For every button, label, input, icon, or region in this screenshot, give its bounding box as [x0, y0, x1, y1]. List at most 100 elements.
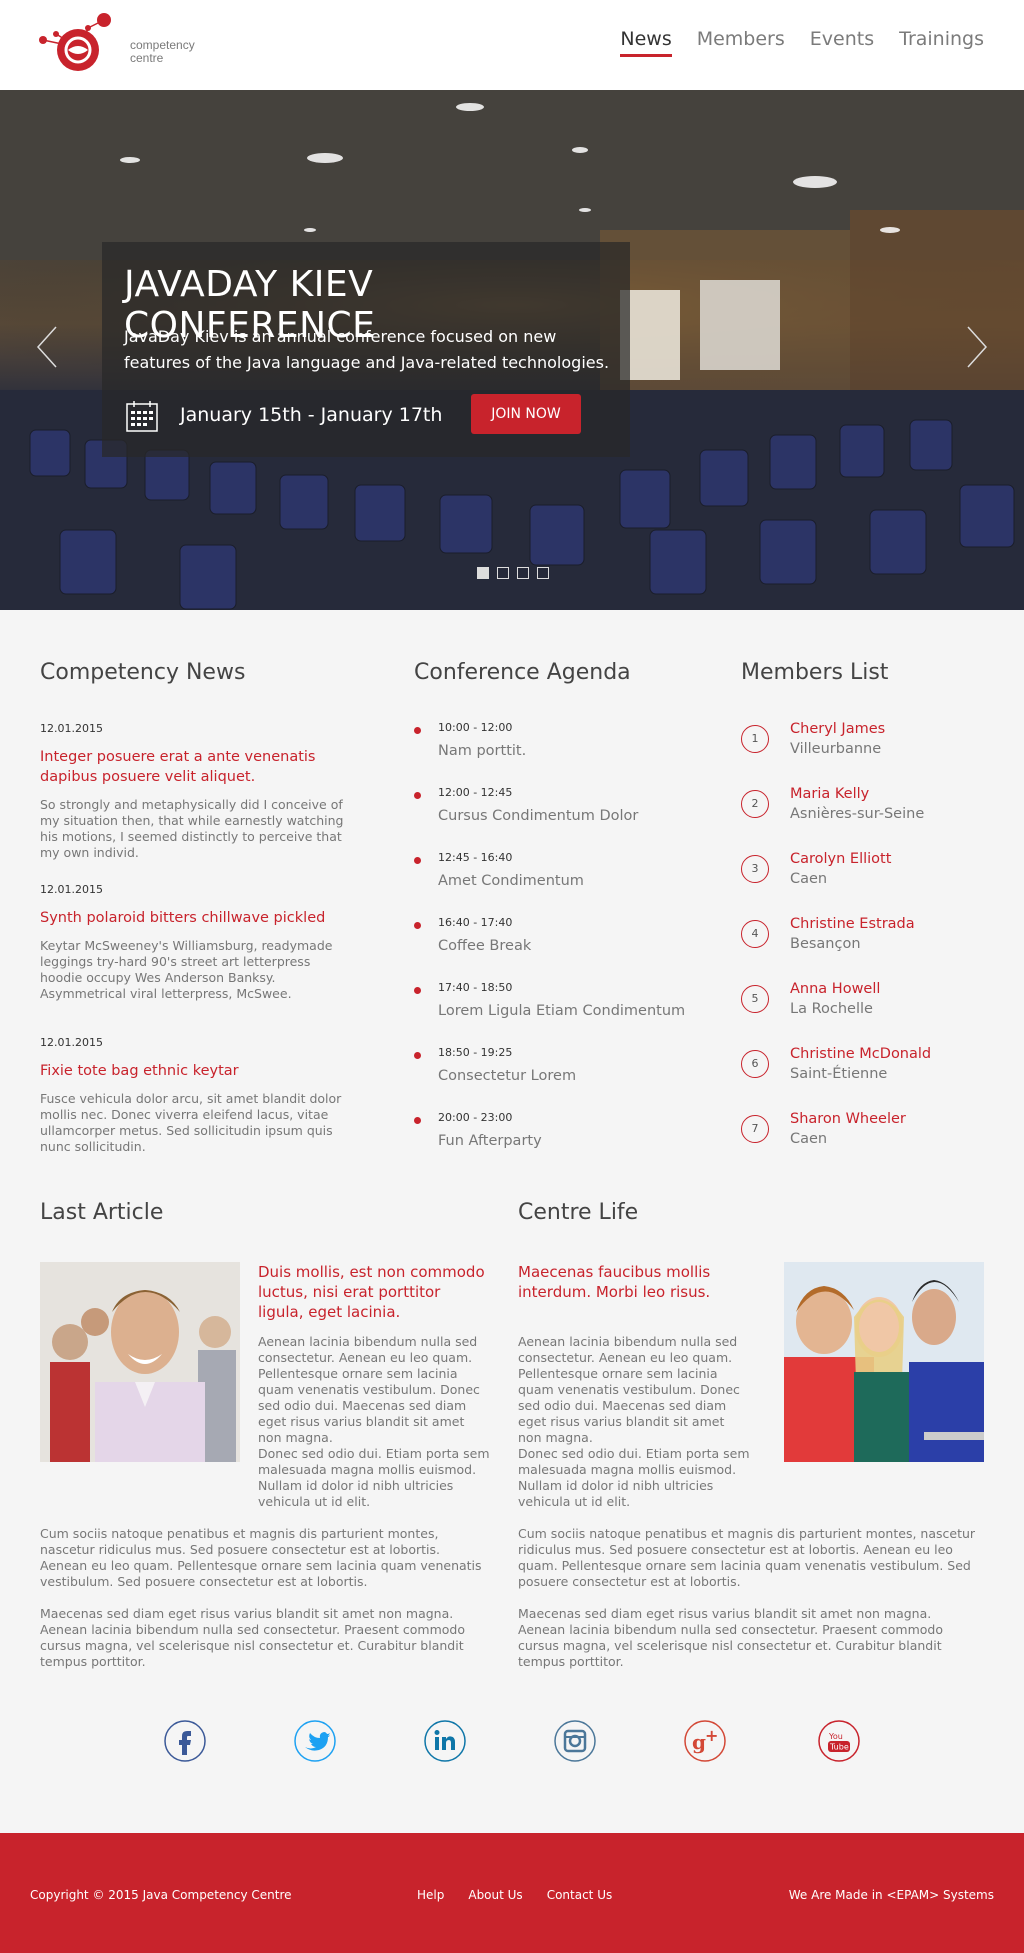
news-excerpt: Keytar McSweeney's Williamsburg, readyma… [40, 938, 333, 1001]
news-date: 12.01.2015 [40, 1036, 103, 1049]
slider-dot[interactable] [477, 567, 489, 579]
member-city: Saint-Étienne [790, 1066, 888, 1082]
member-name-link[interactable]: Carolyn Elliott [790, 851, 891, 867]
nav-news[interactable]: News [620, 28, 672, 57]
slider-dot[interactable] [517, 567, 529, 579]
footer-links: Help About Us Contact Us [417, 1888, 612, 1902]
join-now-button[interactable]: JOIN NOW [471, 394, 581, 434]
member-number: 3 [741, 855, 769, 883]
slider-dots [477, 567, 549, 579]
google-plus-link[interactable]: g + [683, 1719, 727, 1763]
centre-life-photo [784, 1262, 984, 1462]
member-city: Asnières-sur-Seine [790, 806, 925, 822]
calendar-icon [126, 401, 158, 432]
bullet-icon [414, 922, 421, 929]
youtube-link[interactable]: You Tube [817, 1719, 861, 1763]
agenda-time: 10:00 - 12:00 [438, 721, 513, 734]
member-city: Caen [790, 871, 828, 887]
news-item: 12.01.2015 Integer posuere erat a ante v… [40, 722, 345, 861]
member-city: La Rochelle [790, 1001, 873, 1017]
svg-text:g: g [692, 1730, 706, 1754]
news-excerpt: So strongly and metaphysically did I con… [40, 797, 344, 860]
centre-life-paragraph: Aenean lacinia bibendum nulla sed consec… [518, 1334, 740, 1445]
logo[interactable]: competency centre [38, 12, 208, 78]
nav-events[interactable]: Events [810, 28, 874, 57]
news-item: 12.01.2015 Fixie tote bag ethnic keytar … [40, 1036, 345, 1155]
member-name-link[interactable]: Cheryl James [790, 721, 885, 737]
news-date: 12.01.2015 [40, 722, 103, 735]
footer-link-contact[interactable]: Contact Us [547, 1888, 613, 1902]
member-name-link[interactable]: Maria Kelly [790, 786, 869, 802]
article-paragraph: Donec sed odio dui. Etiam porta sem male… [258, 1446, 490, 1509]
agenda-time: 20:00 - 23:00 [438, 1111, 513, 1124]
nav-members[interactable]: Members [697, 28, 785, 57]
agenda-name: Fun Afterparty [438, 1133, 542, 1149]
hero-caption: JAVADAY KIEV CONFERENCE JavaDay Kiev is … [102, 242, 630, 457]
centre-life-paragraph: Cum sociis natoque penatibus et magnis d… [518, 1526, 976, 1589]
hero-slider: JAVADAY KIEV CONFERENCE JavaDay Kiev is … [0, 90, 1024, 610]
member-number: 7 [741, 1115, 769, 1143]
facebook-link[interactable] [163, 1719, 207, 1763]
agenda-heading: Conference Agenda [414, 660, 631, 685]
article-headline[interactable]: Duis mollis, est non commodo luctus, nis… [258, 1262, 488, 1322]
member-name-link[interactable]: Anna Howell [790, 981, 880, 997]
article-photo [40, 1262, 240, 1462]
facebook-icon [164, 1720, 206, 1762]
slider-next-arrow[interactable] [966, 325, 988, 369]
article-paragraph: Aenean lacinia bibendum nulla sed consec… [258, 1334, 480, 1445]
member-number: 5 [741, 985, 769, 1013]
event-dates: January 15th - January 17th [180, 404, 443, 426]
slider-dot[interactable] [537, 567, 549, 579]
agenda-name: Coffee Break [438, 938, 532, 954]
article-paragraph: Maecenas sed diam eget risus varius blan… [40, 1606, 465, 1669]
centre-life-paragraph: Donec sed odio dui. Etiam porta sem male… [518, 1446, 750, 1509]
centre-life-headline[interactable]: Maecenas faucibus mollis interdum. Morbi… [518, 1262, 738, 1302]
linkedin-link[interactable] [423, 1719, 467, 1763]
members-heading: Members List [741, 660, 889, 685]
news-title-link[interactable]: Integer posuere erat a ante venenatis da… [40, 747, 345, 787]
made-by-text: We Are Made in <EPAM> Systems [788, 1888, 994, 1902]
member-name-link[interactable]: Christine McDonald [790, 1046, 931, 1062]
bullet-icon [414, 987, 421, 994]
news-heading: Competency News [40, 660, 246, 685]
news-item: 12.01.2015 Synth polaroid bitters chillw… [40, 883, 345, 1002]
bullet-icon [414, 857, 421, 864]
main-nav: News Members Events Trainings [620, 28, 984, 57]
member-name-link[interactable]: Christine Estrada [790, 916, 915, 932]
centre-life-paragraph: Maecenas sed diam eget risus varius blan… [518, 1606, 943, 1669]
nav-trainings[interactable]: Trainings [899, 28, 984, 57]
hero-description: JavaDay Kiev is an annual conference foc… [124, 327, 610, 372]
member-number: 1 [741, 725, 769, 753]
news-date: 12.01.2015 [40, 883, 103, 896]
article-paragraph: Cum sociis natoque penatibus et magnis d… [40, 1526, 482, 1589]
news-title-link[interactable]: Fixie tote bag ethnic keytar [40, 1061, 345, 1081]
member-number: 6 [741, 1050, 769, 1078]
instagram-link[interactable] [553, 1719, 597, 1763]
slider-dot[interactable] [497, 567, 509, 579]
bullet-icon [414, 727, 421, 734]
logo-text: competency centre [130, 38, 195, 65]
instagram-icon [554, 1720, 596, 1762]
twitter-icon [294, 1720, 336, 1762]
svg-text:Tube: Tube [829, 1743, 849, 1752]
twitter-link[interactable] [293, 1719, 337, 1763]
agenda-time: 17:40 - 18:50 [438, 981, 513, 994]
svg-text:You: You [828, 1732, 843, 1741]
bullet-icon [414, 1052, 421, 1059]
footer-link-about[interactable]: About Us [468, 1888, 522, 1902]
linkedin-icon [424, 1720, 466, 1762]
slider-prev-arrow[interactable] [36, 325, 58, 369]
member-city: Besançon [790, 936, 861, 952]
agenda-name: Cursus Condimentum Dolor [438, 808, 639, 824]
agenda-name: Lorem Ligula Etiam Condimentum [438, 1003, 686, 1019]
bullet-icon [414, 792, 421, 799]
footer-link-help[interactable]: Help [417, 1888, 444, 1902]
member-name-link[interactable]: Sharon Wheeler [790, 1111, 906, 1127]
bullet-icon [414, 1117, 421, 1124]
header: competency centre News Members Events Tr… [0, 0, 1024, 90]
news-title-link[interactable]: Synth polaroid bitters chillwave pickled [40, 908, 345, 928]
footer: Copyright © 2015 Java Competency Centre … [0, 1833, 1024, 1953]
chevron-right-icon [967, 326, 988, 368]
member-number: 4 [741, 920, 769, 948]
youtube-icon: You Tube [818, 1720, 860, 1762]
